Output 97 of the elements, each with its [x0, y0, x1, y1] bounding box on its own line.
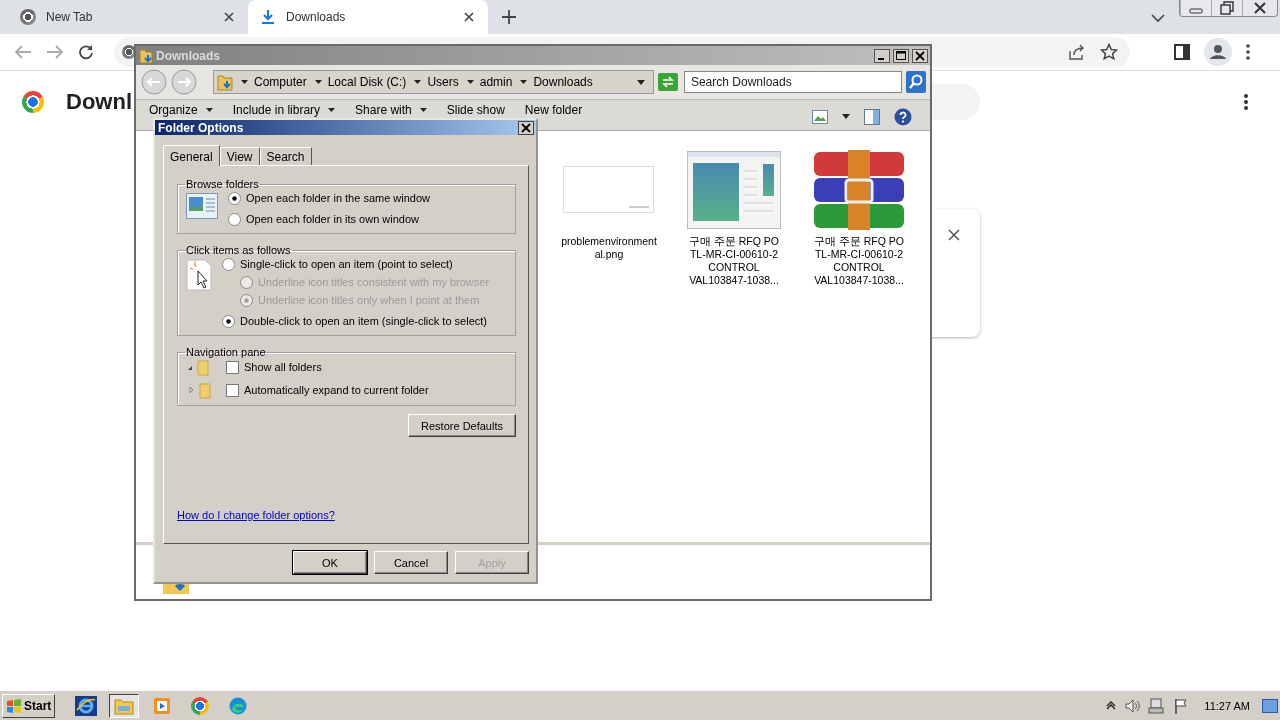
radio-button[interactable] — [228, 191, 241, 205]
option-label[interactable]: Double-click to open an item (single-click to select) — [240, 315, 487, 327]
chrome-icon — [20, 9, 36, 25]
dialog-button[interactable]: OK — [293, 551, 367, 574]
group-title: Browse folders — [185, 178, 260, 190]
edge-icon — [229, 696, 248, 715]
share-icon[interactable] — [1068, 44, 1086, 60]
side-panel-icon[interactable] — [1174, 44, 1190, 60]
breadcrumb-item[interactable]: Users — [427, 75, 459, 89]
breadcrumb-item[interactable]: Local Disk (C:) — [327, 75, 407, 89]
speaker-icon[interactable] — [1124, 697, 1141, 714]
toolbar-button[interactable]: Slide show — [446, 103, 505, 117]
dropdown-caret-icon[interactable] — [842, 114, 850, 119]
close-icon[interactable] — [464, 12, 474, 22]
flag-icon[interactable] — [1174, 697, 1189, 714]
caret-icon — [205, 108, 213, 112]
network-icon[interactable] — [1148, 697, 1167, 714]
restore-defaults-button[interactable]: Restore Defaults — [408, 414, 516, 437]
internet-explorer-icon — [75, 695, 98, 716]
file-name[interactable]: problemenvironmental.png — [559, 235, 659, 261]
search-button[interactable] — [906, 71, 926, 93]
checkbox[interactable] — [226, 360, 239, 374]
toolbar-button[interactable]: Organize — [149, 103, 213, 117]
view-options-icon[interactable] — [812, 109, 828, 124]
option-label[interactable]: Single-click to open an item (point to select) — [240, 258, 453, 270]
media-player-icon — [153, 696, 172, 715]
start-button[interactable]: Start — [2, 693, 56, 718]
close-icon[interactable] — [224, 12, 234, 22]
caret-icon — [419, 108, 427, 112]
option-label[interactable]: Open each folder in the same window — [246, 192, 431, 204]
archive-books-icon[interactable] — [812, 150, 906, 230]
caret-icon[interactable] — [314, 80, 322, 84]
checkbox[interactable] — [226, 383, 239, 397]
toolbar-button[interactable]: Share with — [355, 103, 427, 117]
document-window-icon[interactable] — [687, 151, 781, 229]
maximize-button[interactable] — [893, 48, 909, 63]
dialog-title: Folder Options — [158, 120, 245, 135]
dialog-button[interactable]: Cancel — [374, 551, 448, 574]
close-button[interactable] — [912, 48, 928, 63]
folder-download-icon — [139, 47, 153, 64]
chrome-logo-icon — [22, 91, 44, 113]
search-field[interactable]: Search Downloads — [683, 71, 902, 93]
radio-button[interactable] — [222, 257, 235, 271]
toolbar-button[interactable]: New folder — [524, 103, 583, 117]
window-icon — [186, 193, 218, 219]
back-button[interactable] — [141, 69, 167, 95]
minimize-button[interactable] — [874, 48, 890, 63]
toolbar-button[interactable]: Include in library — [232, 103, 336, 117]
bookmark-star-icon[interactable] — [1100, 43, 1118, 61]
show-desktop-button[interactable] — [1262, 698, 1278, 713]
forward-button[interactable] — [171, 69, 197, 95]
help-icon[interactable] — [894, 107, 912, 126]
close-button[interactable] — [518, 120, 534, 135]
image-thumbnail-icon[interactable] — [563, 166, 655, 214]
close-icon[interactable] — [948, 229, 960, 241]
new-tab-button[interactable] — [501, 9, 517, 25]
caret-icon[interactable] — [466, 80, 474, 84]
folder-download-icon — [217, 73, 233, 91]
option-label[interactable]: Automatically expand to current folder — [244, 384, 429, 396]
caret-icon[interactable] — [241, 80, 248, 84]
window-title: Downloads — [156, 48, 220, 63]
menu-icon[interactable] — [1246, 44, 1250, 60]
caret-icon[interactable] — [414, 80, 422, 84]
breadcrumb-item[interactable]: admin — [479, 75, 513, 89]
file-name[interactable]: 구매 주문 RFQ PO TL-MR-CI-00610-2 CONTROL VAL103847-1038... — [809, 235, 909, 287]
option-label[interactable]: Open each folder in its own window — [246, 213, 420, 225]
cursor-document-icon — [186, 259, 212, 291]
chrome-icon — [191, 696, 210, 715]
breadcrumb-item[interactable]: Computer — [254, 75, 307, 89]
address-bar[interactable]: Computer Local Disk (C:) Users admin Downloads — [213, 70, 654, 94]
clock[interactable]: 11:27 AM — [1204, 699, 1250, 712]
group-title: Click items as follows — [185, 244, 292, 256]
browser-tab[interactable]: Downloads — [248, 0, 488, 34]
dialog-tab[interactable]: View — [219, 147, 260, 165]
group-title: Navigation pane — [185, 346, 267, 358]
browser-tab[interactable]: New Tab — [8, 0, 248, 34]
breadcrumb-item[interactable]: Downloads — [533, 75, 593, 89]
caret-icon — [328, 108, 336, 112]
page-heading: Downl — [66, 89, 132, 115]
file-name[interactable]: 구매 주문 RFQ PO TL-MR-CI-00610-2 CONTROL VAL103847-1038... — [684, 235, 784, 287]
dialog-tab[interactable]: General — [163, 145, 220, 166]
download-icon — [260, 9, 276, 25]
radio-button[interactable] — [228, 212, 241, 226]
show-hidden-icons-button[interactable] — [1106, 700, 1117, 711]
preview-pane-icon[interactable] — [864, 108, 880, 125]
tab-search-icon[interactable] — [1151, 13, 1165, 23]
help-link[interactable]: How do I change folder options? — [177, 509, 335, 521]
radio-button[interactable] — [222, 314, 235, 328]
dialog-tab[interactable]: Search — [259, 147, 312, 165]
reload-button[interactable] — [78, 44, 94, 60]
taskbar-app[interactable] — [109, 693, 140, 718]
windows-flag-icon — [6, 697, 22, 714]
folder-icon — [114, 696, 135, 715]
refresh-button[interactable] — [657, 73, 678, 91]
option-label[interactable]: Show all folders — [244, 361, 322, 373]
profile-avatar-icon[interactable] — [1204, 38, 1232, 66]
menu-icon[interactable] — [1244, 94, 1248, 110]
